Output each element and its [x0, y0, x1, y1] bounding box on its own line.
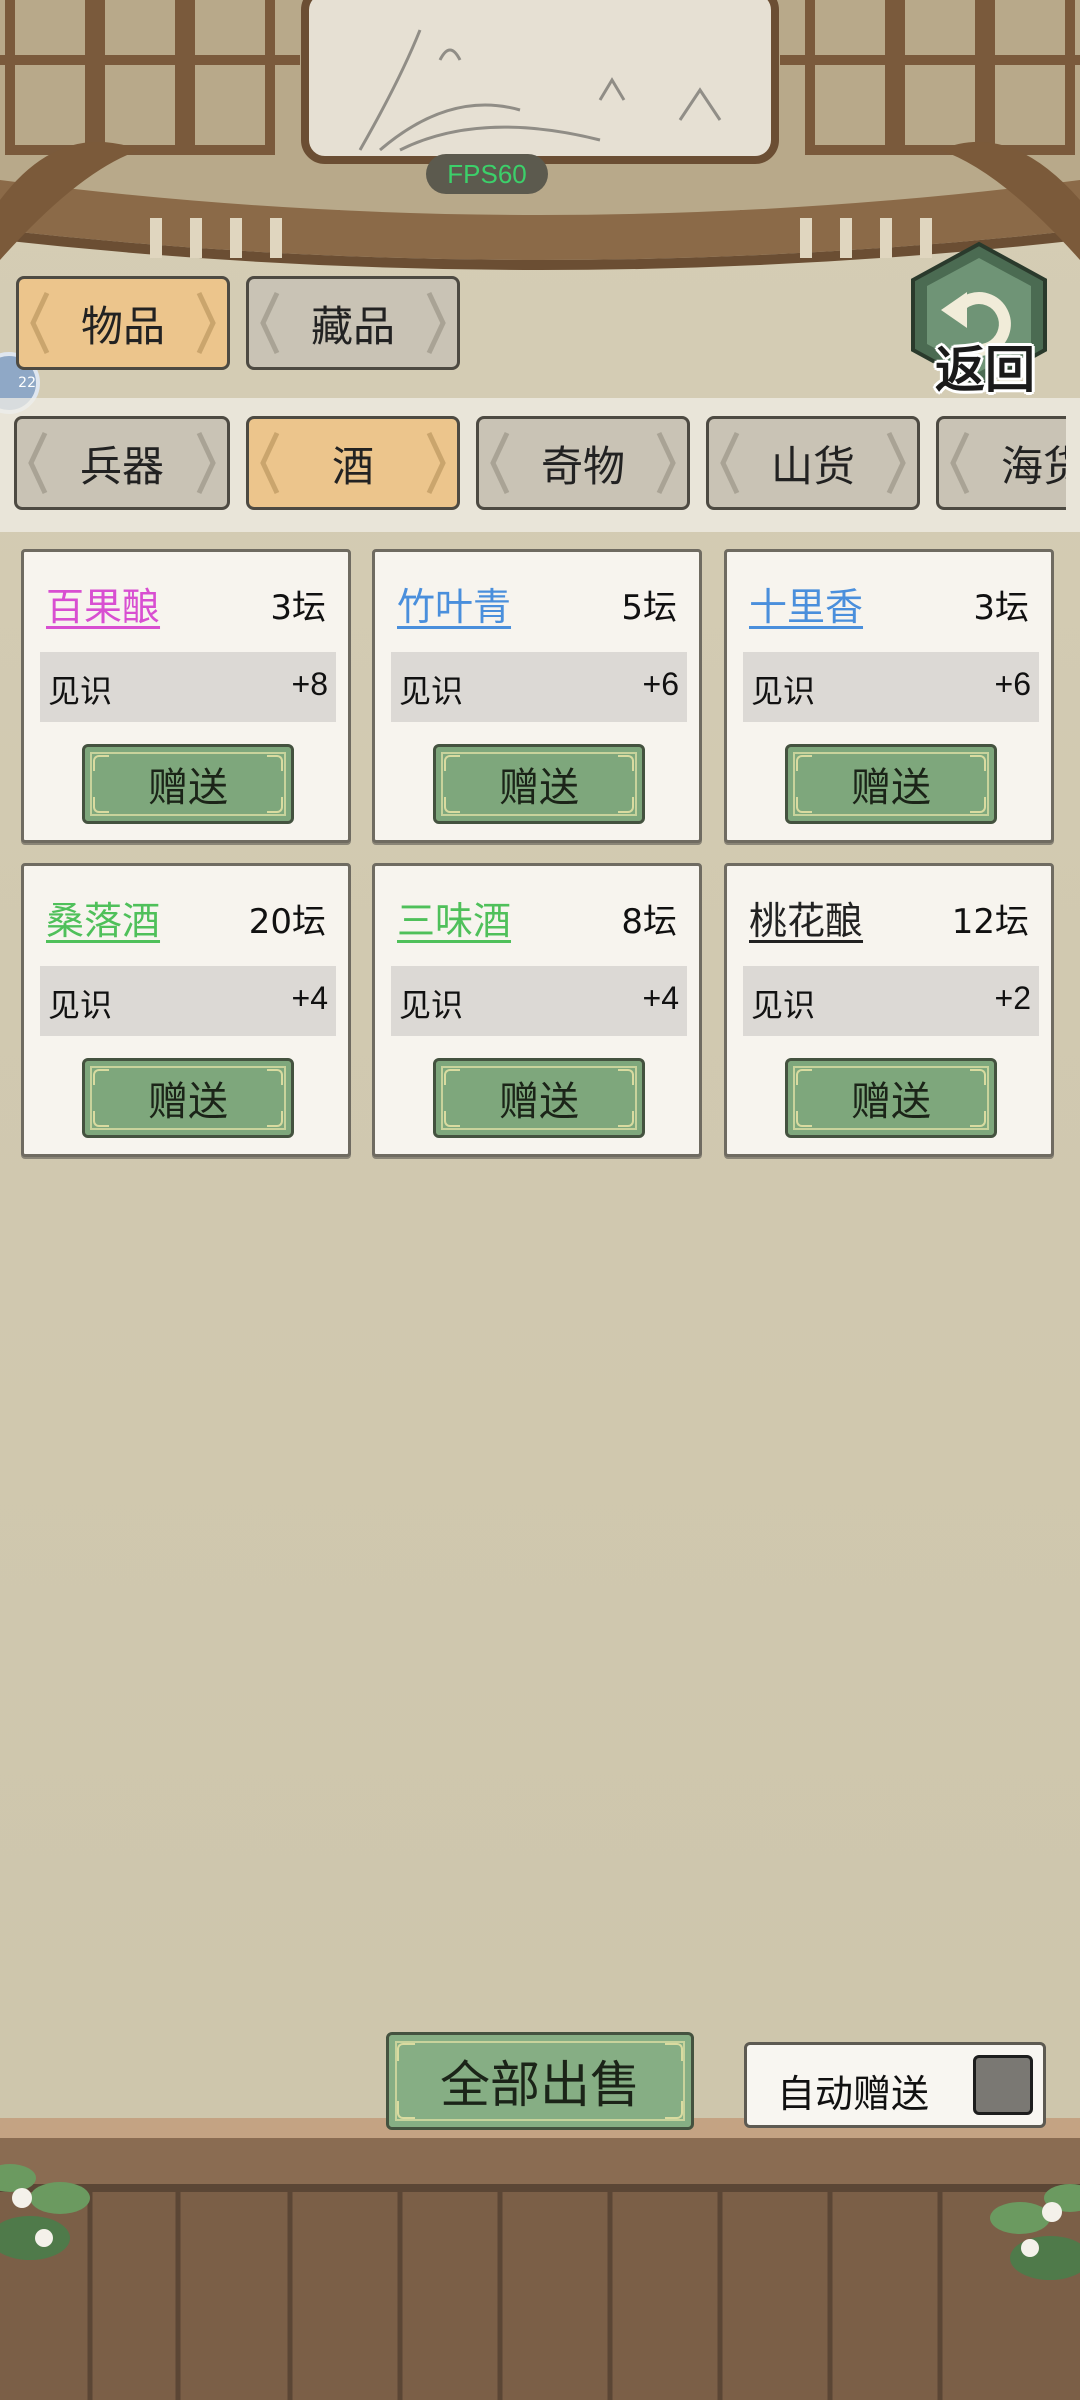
item-name[interactable]: 桃花酿 [749, 890, 863, 945]
chevron-left-icon [260, 291, 280, 355]
tab-items-label: 物品 [80, 301, 165, 351]
wooden-floor [0, 2118, 1080, 2400]
item-card: 百果酿 3坛 见识 +8 赠送 [21, 549, 351, 843]
item-quantity: 8坛 [621, 902, 677, 942]
chevron-right-icon [656, 431, 676, 495]
gift-button-label: 赠送 [148, 765, 228, 811]
gift-button-label: 赠送 [148, 1079, 228, 1125]
stat-value: +4 [291, 980, 328, 1016]
item-quantity: 12坛 [951, 902, 1029, 942]
item-card: 十里香 3坛 见识 +6 赠送 [724, 549, 1054, 843]
tab-curios[interactable]: 奇物 [476, 416, 690, 510]
stat-value: +2 [994, 980, 1031, 1016]
gift-button-label: 赠送 [499, 765, 579, 811]
auto-gift-checkbox[interactable] [973, 2055, 1033, 2115]
stat-label: 见识 [399, 672, 464, 710]
tab-wine-label: 酒 [331, 441, 374, 491]
stat-label: 见识 [399, 986, 464, 1024]
item-stat: 见识 +4 [391, 966, 687, 1036]
tab-sea-goods-label: 海货 [1001, 441, 1066, 491]
stat-value: +8 [291, 666, 328, 702]
stat-label: 见识 [48, 986, 113, 1024]
chevron-left-icon [30, 291, 50, 355]
tab-mountain-goods[interactable]: 山货 [706, 416, 920, 510]
tab-collections[interactable]: 藏品 [246, 276, 460, 370]
gift-button-label: 赠送 [851, 1079, 931, 1125]
stat-value: +6 [994, 666, 1031, 702]
stat-value: +6 [642, 666, 679, 702]
item-card: 桃花酿 12坛 见识 +2 赠送 [724, 863, 1054, 1157]
gift-button-label: 赠送 [499, 1079, 579, 1125]
item-quantity: 5坛 [621, 588, 677, 628]
tab-wine[interactable]: 酒 [246, 416, 460, 510]
chevron-right-icon [196, 431, 216, 495]
fps-counter: FPS60 [426, 154, 548, 194]
stat-value: +4 [642, 980, 679, 1016]
tab-mountain-goods-label: 山货 [770, 441, 855, 491]
chevron-right-icon [426, 291, 446, 355]
tab-sea-goods-clip: 海货 [936, 416, 1066, 510]
sell-all-button[interactable]: 全部出售 [386, 2032, 694, 2130]
item-quantity: 20坛 [248, 902, 326, 942]
chevron-left-icon [950, 431, 970, 495]
tab-items[interactable]: 物品 [16, 276, 230, 370]
tab-weapons[interactable]: 兵器 [14, 416, 230, 510]
gift-button[interactable]: 赠送 [785, 1058, 997, 1138]
auto-gift-label: 自动赠送 [777, 2072, 930, 2116]
chevron-right-icon [196, 291, 216, 355]
gift-button[interactable]: 赠送 [433, 744, 645, 824]
gift-button[interactable]: 赠送 [785, 744, 997, 824]
item-name[interactable]: 桑落酒 [46, 890, 160, 945]
stat-label: 见识 [751, 672, 816, 710]
gift-button-label: 赠送 [851, 765, 931, 811]
item-name[interactable]: 十里香 [749, 576, 863, 631]
gift-button[interactable]: 赠送 [433, 1058, 645, 1138]
chevron-right-icon [426, 431, 446, 495]
item-quantity: 3坛 [270, 588, 326, 628]
item-quantity: 3坛 [973, 588, 1029, 628]
back-button-label[interactable]: 返回 [915, 330, 1055, 402]
tab-weapons-label: 兵器 [79, 441, 164, 491]
chevron-right-icon [886, 431, 906, 495]
tab-curios-label: 奇物 [540, 441, 625, 491]
auto-gift-control[interactable]: 自动赠送 [744, 2042, 1046, 2128]
item-stat: 见识 +2 [743, 966, 1039, 1036]
item-name[interactable]: 竹叶青 [397, 576, 511, 631]
tab-sea-goods[interactable]: 海货 [936, 416, 1066, 510]
item-stat: 见识 +4 [40, 966, 336, 1036]
item-card: 竹叶青 5坛 见识 +6 赠送 [372, 549, 702, 843]
chevron-left-icon [28, 431, 48, 495]
stat-label: 见识 [751, 986, 816, 1024]
item-stat: 见识 +6 [743, 652, 1039, 722]
item-name[interactable]: 三味酒 [397, 890, 511, 945]
stat-label: 见识 [48, 672, 113, 710]
gift-button[interactable]: 赠送 [82, 1058, 294, 1138]
item-name[interactable]: 百果酿 [46, 576, 160, 631]
chevron-left-icon [260, 431, 280, 495]
sell-all-label: 全部出售 [440, 2056, 640, 2114]
chevron-left-icon [490, 431, 510, 495]
item-card: 桑落酒 20坛 见识 +4 赠送 [21, 863, 351, 1157]
chevron-left-icon [720, 431, 740, 495]
tab-collections-label: 藏品 [310, 301, 395, 351]
item-stat: 见识 +6 [391, 652, 687, 722]
item-stat: 见识 +8 [40, 652, 336, 722]
item-card: 三味酒 8坛 见识 +4 赠送 [372, 863, 702, 1157]
gift-button[interactable]: 赠送 [82, 744, 294, 824]
